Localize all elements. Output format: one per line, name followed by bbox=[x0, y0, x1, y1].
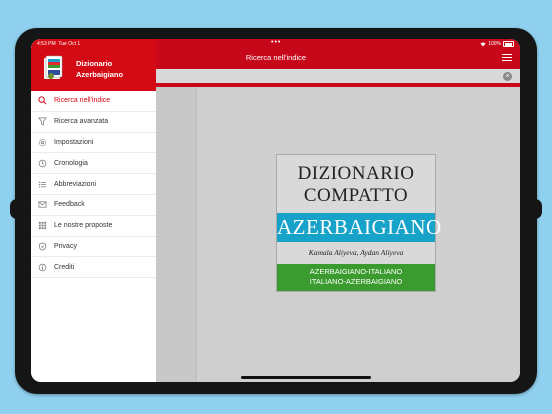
sidebar-item-cronologia[interactable]: Cronologia bbox=[31, 153, 156, 175]
book-subtitle: AZERBAIGIANO-ITALIANO ITALIANO-AZERBAIGI… bbox=[277, 264, 435, 291]
sidebar-item-label: Ricerca avanzata bbox=[54, 118, 109, 126]
shield-icon bbox=[38, 242, 47, 251]
sidebar-item-label: Privacy bbox=[54, 242, 77, 250]
filter-icon bbox=[38, 117, 47, 126]
status-date: Tue Oct 1 bbox=[58, 41, 81, 47]
sidebar-item-abbreviazioni[interactable]: Abbreviazioni bbox=[31, 174, 156, 195]
gear-icon bbox=[38, 138, 47, 147]
app-name: Dizionario Azerbaigiano bbox=[76, 59, 124, 79]
grid-icon bbox=[38, 221, 47, 230]
wifi-icon bbox=[480, 42, 486, 46]
sidebar-item-privacy[interactable]: Privacy bbox=[31, 237, 156, 258]
multitask-dots-icon[interactable]: ••• bbox=[271, 39, 281, 46]
sidebar-item-label: Ricerca nell'indice bbox=[54, 97, 111, 105]
hamburger-menu-icon[interactable] bbox=[502, 54, 512, 61]
sidebar-item-label: Cronologia bbox=[54, 159, 88, 167]
info-icon bbox=[38, 263, 47, 272]
history-icon bbox=[38, 159, 47, 168]
home-indicator[interactable] bbox=[241, 376, 371, 379]
device-side-button-left bbox=[10, 199, 24, 219]
book-authors: Kamala Aliyeva, Aydan Aliyeva bbox=[277, 242, 435, 264]
sidebar-item-label: Abbreviazioni bbox=[54, 180, 97, 188]
sidebar-item-label: Feedback bbox=[54, 201, 85, 209]
device-side-button-right bbox=[528, 199, 542, 219]
sidebar-item-impostazioni[interactable]: Impostazioni bbox=[31, 133, 156, 154]
sidebar-item-label: Crediti bbox=[54, 263, 75, 271]
sidebar-item-ricerca-indice[interactable]: Ricerca nell'indice bbox=[31, 91, 156, 112]
screen: 4:53 PM Tue Oct 1 ••• 100% Dizionario Az… bbox=[31, 39, 520, 382]
mail-icon bbox=[38, 200, 47, 209]
status-bar: 4:53 PM Tue Oct 1 ••• 100% bbox=[31, 39, 520, 49]
sidebar-item-crediti[interactable]: Crediti bbox=[31, 257, 156, 279]
search-bar: × bbox=[156, 69, 520, 83]
search-icon bbox=[38, 96, 47, 105]
index-list-panel bbox=[156, 87, 197, 382]
list-icon bbox=[38, 180, 47, 189]
search-input[interactable] bbox=[156, 69, 520, 83]
book-title: DIZIONARIO COMPATTO bbox=[277, 155, 435, 213]
book-language: AZERBAIGIANO bbox=[277, 213, 441, 242]
sidebar-item-proposte[interactable]: Le nostre proposte bbox=[31, 216, 156, 237]
clear-search-icon[interactable]: × bbox=[503, 71, 512, 81]
sidebar-item-label: Impostazioni bbox=[54, 138, 94, 146]
book-cover: DIZIONARIO COMPATTO AZERBAIGIANO Kamala … bbox=[276, 154, 441, 292]
status-time: 4:53 PM bbox=[37, 41, 56, 47]
page-title: Ricerca nell'indice bbox=[245, 53, 307, 62]
battery-percent: 100% bbox=[488, 41, 501, 47]
battery-icon bbox=[503, 41, 514, 47]
sidebar-item-ricerca-avanzata[interactable]: Ricerca avanzata bbox=[31, 112, 156, 133]
sidebar-menu: Ricerca nell'indice Ricerca avanzata Imp… bbox=[31, 91, 156, 279]
sidebar: Dizionario Azerbaigiano Ricerca nell'ind… bbox=[31, 39, 157, 382]
header-divider bbox=[156, 83, 520, 87]
sidebar-item-label: Le nostre proposte bbox=[54, 222, 113, 230]
main-content: Ricerca nell'indice × DIZIONARIO COMPATT… bbox=[156, 39, 520, 382]
app-logo-icon bbox=[44, 55, 63, 79]
sidebar-item-feedback[interactable]: Feedback bbox=[31, 195, 156, 216]
